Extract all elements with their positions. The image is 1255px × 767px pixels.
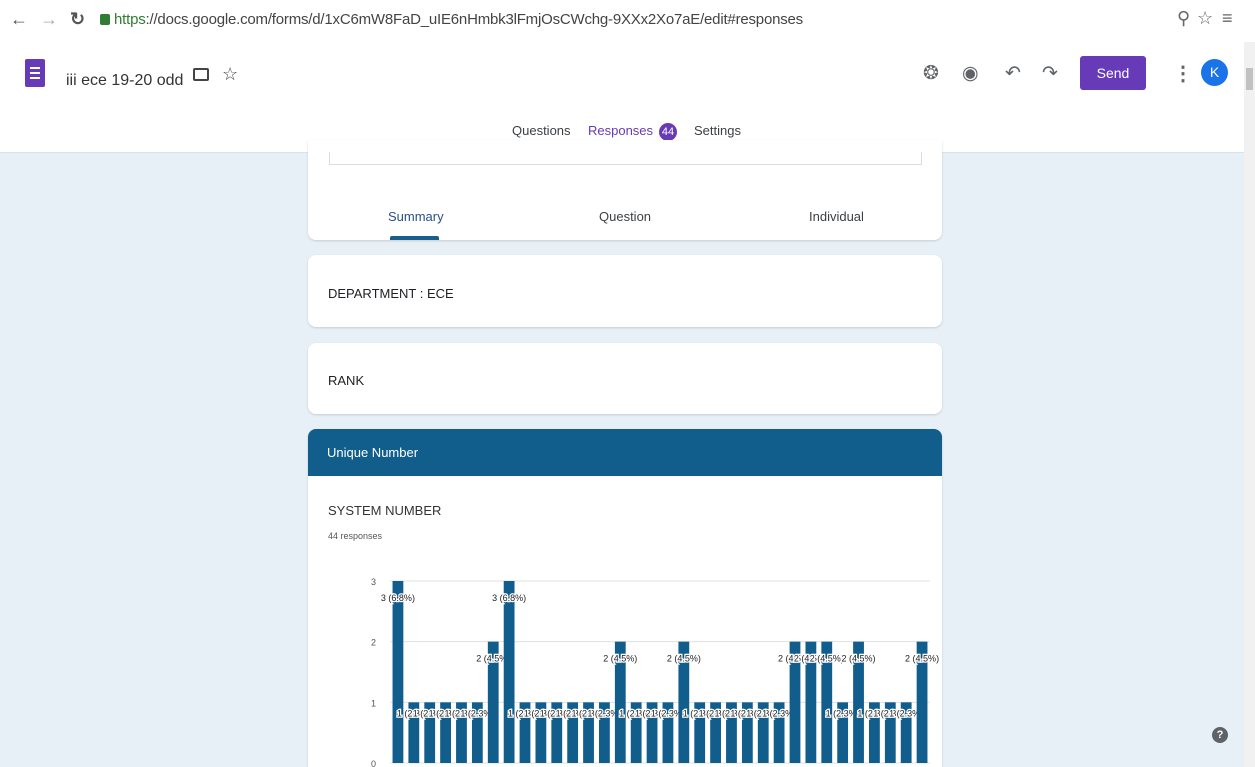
bookmark-star-icon[interactable]: ☆ (1197, 8, 1213, 29)
response-count: 44 responses (328, 531, 383, 541)
bar-data-label: 2 (4.5%) (810, 654, 844, 664)
url-path: ://docs.google.com/forms/d/1xC6mW8FaD_uI… (145, 11, 804, 28)
y-tick-label: 3 (371, 577, 376, 587)
unique-number-section: Unique Number SYSTEM NUMBER 44 responses… (308, 429, 942, 767)
browser-menu-icon[interactable]: ≡ (1222, 8, 1233, 29)
help-icon[interactable]: ? (1212, 727, 1228, 743)
tab-responses[interactable]: Responses 44 (588, 123, 678, 141)
avatar[interactable]: K (1201, 59, 1228, 86)
section-header: Unique Number (308, 429, 942, 476)
rank-text: RANK (328, 373, 365, 388)
send-button[interactable]: Send (1080, 56, 1146, 90)
y-tick-label: 2 (371, 638, 376, 648)
undo-icon[interactable]: ↶ (1005, 62, 1021, 85)
tab-summary[interactable]: Summary (388, 209, 444, 224)
address-bar[interactable]: https://docs.google.com/forms/d/1xC6mW8F… (100, 11, 803, 28)
zoom-icon[interactable]: ⚲ (1177, 8, 1190, 29)
rank-card: RANK (308, 343, 942, 414)
forms-logo-icon[interactable] (25, 59, 45, 87)
department-card: DEPARTMENT : ECE (308, 255, 942, 327)
bar-data-label: 2 (4.5%) (905, 654, 939, 664)
bar-data-label: 3 (6.8%) (492, 593, 526, 603)
y-tick-label: 1 (371, 698, 376, 708)
preview-eye-icon[interactable]: ◉ (962, 62, 979, 85)
forward-icon[interactable]: → (40, 9, 58, 29)
tab-settings[interactable]: Settings (694, 123, 741, 138)
bar (392, 581, 404, 763)
form-title[interactable]: iii ece 19-20 odd (66, 72, 183, 90)
summary-tab-indicator (390, 236, 439, 240)
forms-header: iii ece 19-20 odd ☆ ❂ ◉ ↶ ↷ Send ⋮ K Que… (0, 42, 1255, 153)
star-icon[interactable]: ☆ (222, 64, 238, 85)
palette-icon[interactable]: ❂ (923, 62, 939, 85)
bar-data-label: 2 (4.5%) (667, 654, 701, 664)
bar (503, 581, 515, 763)
summary-tabs-card: Summary Question Individual (308, 140, 942, 240)
collapsed-panel (329, 152, 922, 165)
scrollbar-thumb[interactable] (1246, 68, 1253, 90)
scrollbar[interactable] (1244, 42, 1255, 767)
tab-questions[interactable]: Questions (512, 123, 571, 138)
reload-icon[interactable]: ↻ (70, 9, 85, 29)
department-text: DEPARTMENT : ECE (328, 286, 454, 301)
more-options-icon[interactable]: ⋮ (1173, 61, 1193, 86)
responses-count-badge: 44 (659, 123, 678, 141)
tab-responses-label: Responses (588, 123, 654, 138)
bar-data-label: 2 (4.5%) (603, 654, 637, 664)
back-icon[interactable]: ← (10, 9, 28, 29)
y-tick-label: 0 (371, 759, 376, 767)
responses-page: Summary Question Individual DEPARTMENT :… (0, 140, 1244, 767)
tab-individual[interactable]: Individual (809, 209, 864, 224)
url-scheme: https (114, 11, 146, 28)
browser-toolbar: ← → ↻ https://docs.google.com/forms/d/1x… (0, 0, 1255, 43)
folder-icon[interactable] (193, 68, 209, 81)
lock-icon (100, 14, 110, 25)
bar-data-label: 3 (6.8%) (381, 593, 415, 603)
question-title: SYSTEM NUMBER (328, 503, 442, 518)
redo-icon[interactable]: ↷ (1042, 62, 1058, 85)
bar-data-label: 2 (4.5%) (842, 654, 876, 664)
system-number-bar-chart: 01233 (6.8%)1 (2.3%)1 (2.3%)1 (2.3%)1 (2… (371, 577, 940, 767)
tab-question[interactable]: Question (599, 209, 651, 224)
